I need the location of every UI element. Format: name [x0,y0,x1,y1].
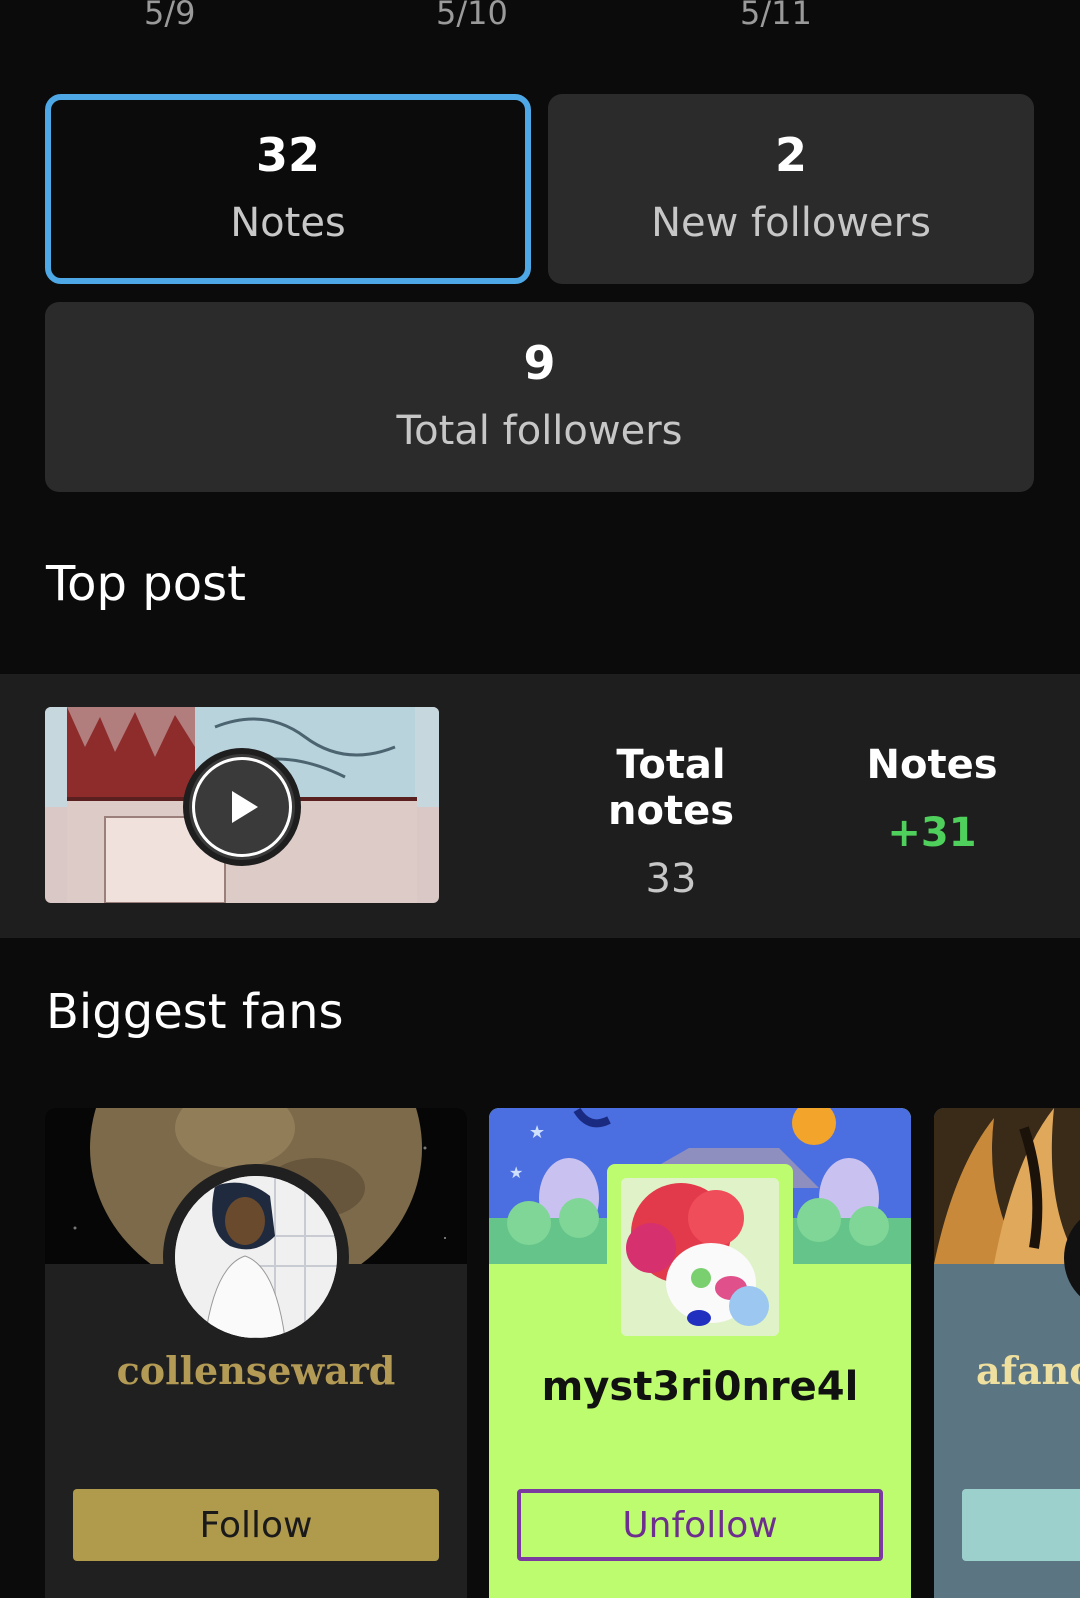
unfollow-button[interactable]: Unfollow [517,1489,883,1561]
total-notes-value: 33 [645,856,697,902]
total-notes-metric: Total notes 33 [556,742,786,902]
new-followers-stat-card[interactable]: 2 New followers [548,94,1034,284]
avatar[interactable] [607,1164,793,1350]
afano-action-button[interactable] [962,1489,1080,1561]
avatar[interactable] [163,1164,349,1350]
total-notes-label: Total notes [607,742,734,834]
fan-card-collenseward[interactable]: collenseward Follow [45,1108,467,1598]
new-followers-label: New followers [651,200,931,246]
total-followers-label: Total followers [396,408,683,454]
fan-name-afano[interactable]: afano [976,1348,1080,1393]
date-label-5-11: 5/11 [740,0,812,32]
fan-header-image [934,1108,1080,1264]
fan-card-afano[interactable]: afano [934,1108,1080,1598]
notes-count: 32 [255,128,320,182]
date-label-5-10: 5/10 [436,0,508,32]
notes-stat-card[interactable]: 32 Notes [45,94,531,284]
fan-name-collenseward[interactable]: collenseward [45,1348,467,1393]
play-icon [192,757,292,857]
total-followers-stat-card[interactable]: 9 Total followers [45,302,1034,492]
fan-card-myst3ri0nre4l[interactable]: ★ ★ myst3ri0nre4l Unfollow [489,1108,911,1598]
notes-delta-label: Notes [866,742,998,788]
date-label-5-9: 5/9 [144,0,196,32]
notes-delta-value: +31 [887,810,977,856]
play-button[interactable] [183,748,301,866]
notes-label: Notes [230,200,346,246]
biggest-fans-title: Biggest fans [46,984,344,1040]
fan-name-myst3ri0nre4l[interactable]: myst3ri0nre4l [489,1364,911,1410]
new-followers-count: 2 [774,128,807,182]
svg-text:★: ★ [529,1122,545,1143]
total-followers-count: 9 [523,336,556,390]
notes-delta-metric: Notes +31 [862,742,1002,856]
follow-button[interactable]: Follow [73,1489,439,1561]
svg-text:★: ★ [509,1163,523,1182]
top-post-title: Top post [46,556,246,612]
